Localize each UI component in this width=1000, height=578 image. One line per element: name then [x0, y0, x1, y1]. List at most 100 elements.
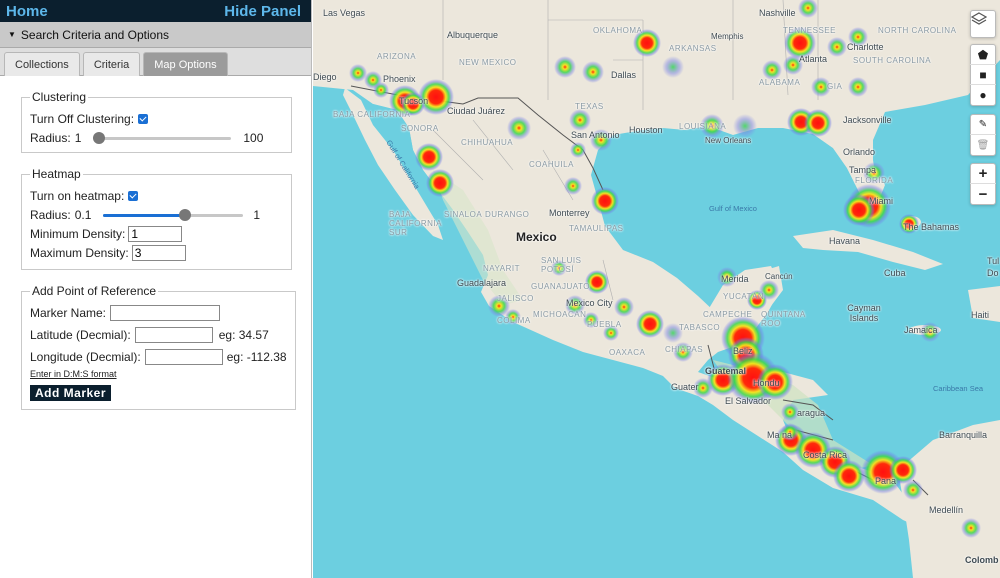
map-label-oklahoma: OKLAHOMA: [593, 26, 643, 35]
map-label-charlotte: Charlotte: [847, 42, 884, 52]
rectangle-draw-icon[interactable]: ■: [970, 65, 996, 85]
map-label-puebla: PUEBLA: [587, 320, 622, 329]
dms-format-link[interactable]: Enter in D:M:S format: [30, 369, 287, 379]
map-label-durango: DURANGO: [485, 210, 530, 219]
turn-on-heatmap-checkbox[interactable]: [128, 190, 139, 201]
zoom-out-icon[interactable]: −: [970, 184, 996, 204]
heatmap-fieldset: Heatmap Turn on heatmap: Radius: 0.1 1 M…: [21, 167, 292, 270]
tab-collections[interactable]: Collections: [4, 52, 80, 76]
map-label-diego: Diego: [313, 72, 337, 82]
turn-on-heatmap-label: Turn on heatmap:: [30, 188, 125, 203]
map-label-cancun: Cancún: [765, 272, 793, 281]
heatmap-radius-slider[interactable]: [103, 208, 244, 221]
longitude-input[interactable]: [144, 348, 223, 365]
map-label-miami: Miami: [869, 196, 893, 206]
latitude-input[interactable]: [134, 326, 213, 343]
marker-name-input[interactable]: [110, 304, 221, 321]
map-label-colombia: Colomb: [965, 555, 999, 565]
turn-off-clustering-label: Turn Off Clustering:: [30, 111, 135, 126]
trash-icon[interactable]: 🗑: [970, 135, 996, 155]
max-density-label: Maximum Density:: [30, 245, 129, 260]
map-label-memphis: Memphis: [711, 32, 744, 41]
latitude-label: Latitude (Decmial):: [30, 327, 131, 342]
longitude-example: eg: -112.38: [226, 349, 287, 364]
heatmap-radius-min: 0.1: [74, 207, 92, 222]
map-label-chihuahua: CHIHUAHUA: [461, 138, 514, 147]
map-label-tampa: Tampa: [849, 165, 877, 175]
map-label-cayman-islands: Cayman Islands: [847, 303, 881, 323]
draw-toolbar: ⬟ ■ ●: [970, 44, 996, 106]
tab-map-options[interactable]: Map Options: [143, 52, 228, 76]
map-label-louisiana: LOUISIANA: [679, 122, 727, 131]
map-label-guadalajara: Guadalajara: [457, 278, 507, 288]
map-label-guater: Guater: [671, 382, 699, 392]
home-link[interactable]: Home: [6, 3, 48, 20]
land-cuba: [793, 230, 943, 270]
map-label-the-bahamas: The Bahamas: [903, 222, 960, 232]
cluster-radius-max: 100: [243, 130, 264, 145]
map-label-nayarit: NAYARIT: [483, 264, 520, 273]
max-density-input[interactable]: [131, 244, 186, 261]
min-density-input[interactable]: [128, 225, 183, 242]
heatmap-radius-slider-thumb[interactable]: [178, 208, 191, 221]
turn-off-clustering-checkbox[interactable]: [138, 113, 149, 124]
map-label-yucatan: YUCATÁN: [723, 292, 765, 301]
map-label-cuba: Cuba: [884, 268, 906, 278]
map-label-tennessee: TENNESSEE: [783, 26, 836, 35]
map-label-dom: Do: [987, 268, 999, 278]
map-label-gulf-of-mexico: Gulf of Mexico: [709, 204, 757, 213]
heatmap-radius-max: 1: [253, 207, 261, 222]
map-label-monterrey: Monterrey: [549, 208, 590, 218]
map-label-texas: TEXAS: [575, 102, 604, 111]
hide-panel-link[interactable]: Hide Panel: [224, 3, 301, 20]
map-label-belize: Beliz: [733, 346, 753, 356]
map-label-coahuila: COAHUILA: [529, 160, 574, 169]
map-label-tamaulipas: TAMAULIPAS: [569, 224, 624, 233]
cluster-radius-slider-thumb[interactable]: [93, 131, 106, 144]
map-label-north-carolina: NORTH CAROLINA: [878, 26, 957, 35]
map-label-dallas: Dallas: [611, 70, 637, 80]
tab-bar: Collections Criteria Map Options: [0, 48, 311, 76]
cluster-radius-slider[interactable]: [93, 131, 232, 144]
map-label-oaxaca: OAXACA: [609, 348, 646, 357]
edit-icon[interactable]: ✎: [970, 115, 996, 135]
clustering-fieldset: Clustering Turn Off Clustering: Radius: …: [21, 90, 292, 153]
map-view[interactable]: Las Vegas Albuquerque Nashville OKLAHOMA…: [313, 0, 1000, 578]
map-label-arkansas: ARKANSAS: [669, 44, 717, 53]
cluster-radius-label: Radius:: [30, 130, 71, 145]
add-marker-button[interactable]: Add Marker: [30, 385, 112, 401]
map-label-costa-rica: Costa Rica: [803, 450, 848, 460]
polygon-draw-icon[interactable]: ⬟: [970, 45, 996, 65]
map-label-michoacan: MICHOACÁN: [533, 310, 587, 319]
map-label-haiti: Haiti: [971, 310, 990, 320]
circle-draw-icon[interactable]: ●: [970, 85, 996, 105]
reference-fieldset: Add Point of Reference Marker Name: Lati…: [21, 284, 296, 410]
map-label-alabama: ALABAMA: [759, 78, 801, 87]
top-bar: Home Hide Panel: [0, 0, 311, 22]
map-label-tucson: Tucson: [399, 96, 429, 106]
map-label-jacksonville: Jacksonville: [843, 115, 892, 125]
map-label-new-mexico: NEW MEXICO: [459, 58, 517, 67]
map-label-honduras: Hondu: [753, 378, 780, 388]
tab-criteria[interactable]: Criteria: [82, 52, 141, 76]
map-label-florida: FLORIDA: [855, 176, 894, 185]
map-label-nicaragua: aragua: [797, 408, 826, 418]
map-label-albuquerque: Albuquerque: [447, 30, 499, 40]
map-label-houston: Houston: [629, 125, 663, 135]
map-label-las-vegas: Las Vegas: [323, 8, 366, 18]
land-north-america: [313, 0, 1000, 578]
layers-control[interactable]: [970, 10, 996, 38]
map-label-tul: Tul: [987, 256, 1000, 266]
map-label-san-antonio: San Antonio: [571, 130, 620, 140]
layers-icon[interactable]: [970, 11, 996, 37]
edit-toolbar: ✎ 🗑: [970, 114, 996, 156]
search-panel: Home Hide Panel ▼ Search Criteria and Op…: [0, 0, 312, 578]
map-label-jamaica: Jamaica: [904, 325, 938, 335]
map-label-barranquilla: Barranquilla: [939, 430, 988, 440]
search-criteria-header[interactable]: ▼ Search Criteria and Options: [0, 22, 311, 48]
map-label-south-carolina: SOUTH CAROLINA: [853, 56, 932, 65]
latitude-example: eg: 34.57: [218, 327, 269, 342]
map-label-guatemala: Guatemal: [705, 366, 747, 376]
zoom-in-icon[interactable]: +: [970, 164, 996, 184]
map-label-new-orleans: New Orleans: [705, 136, 752, 145]
